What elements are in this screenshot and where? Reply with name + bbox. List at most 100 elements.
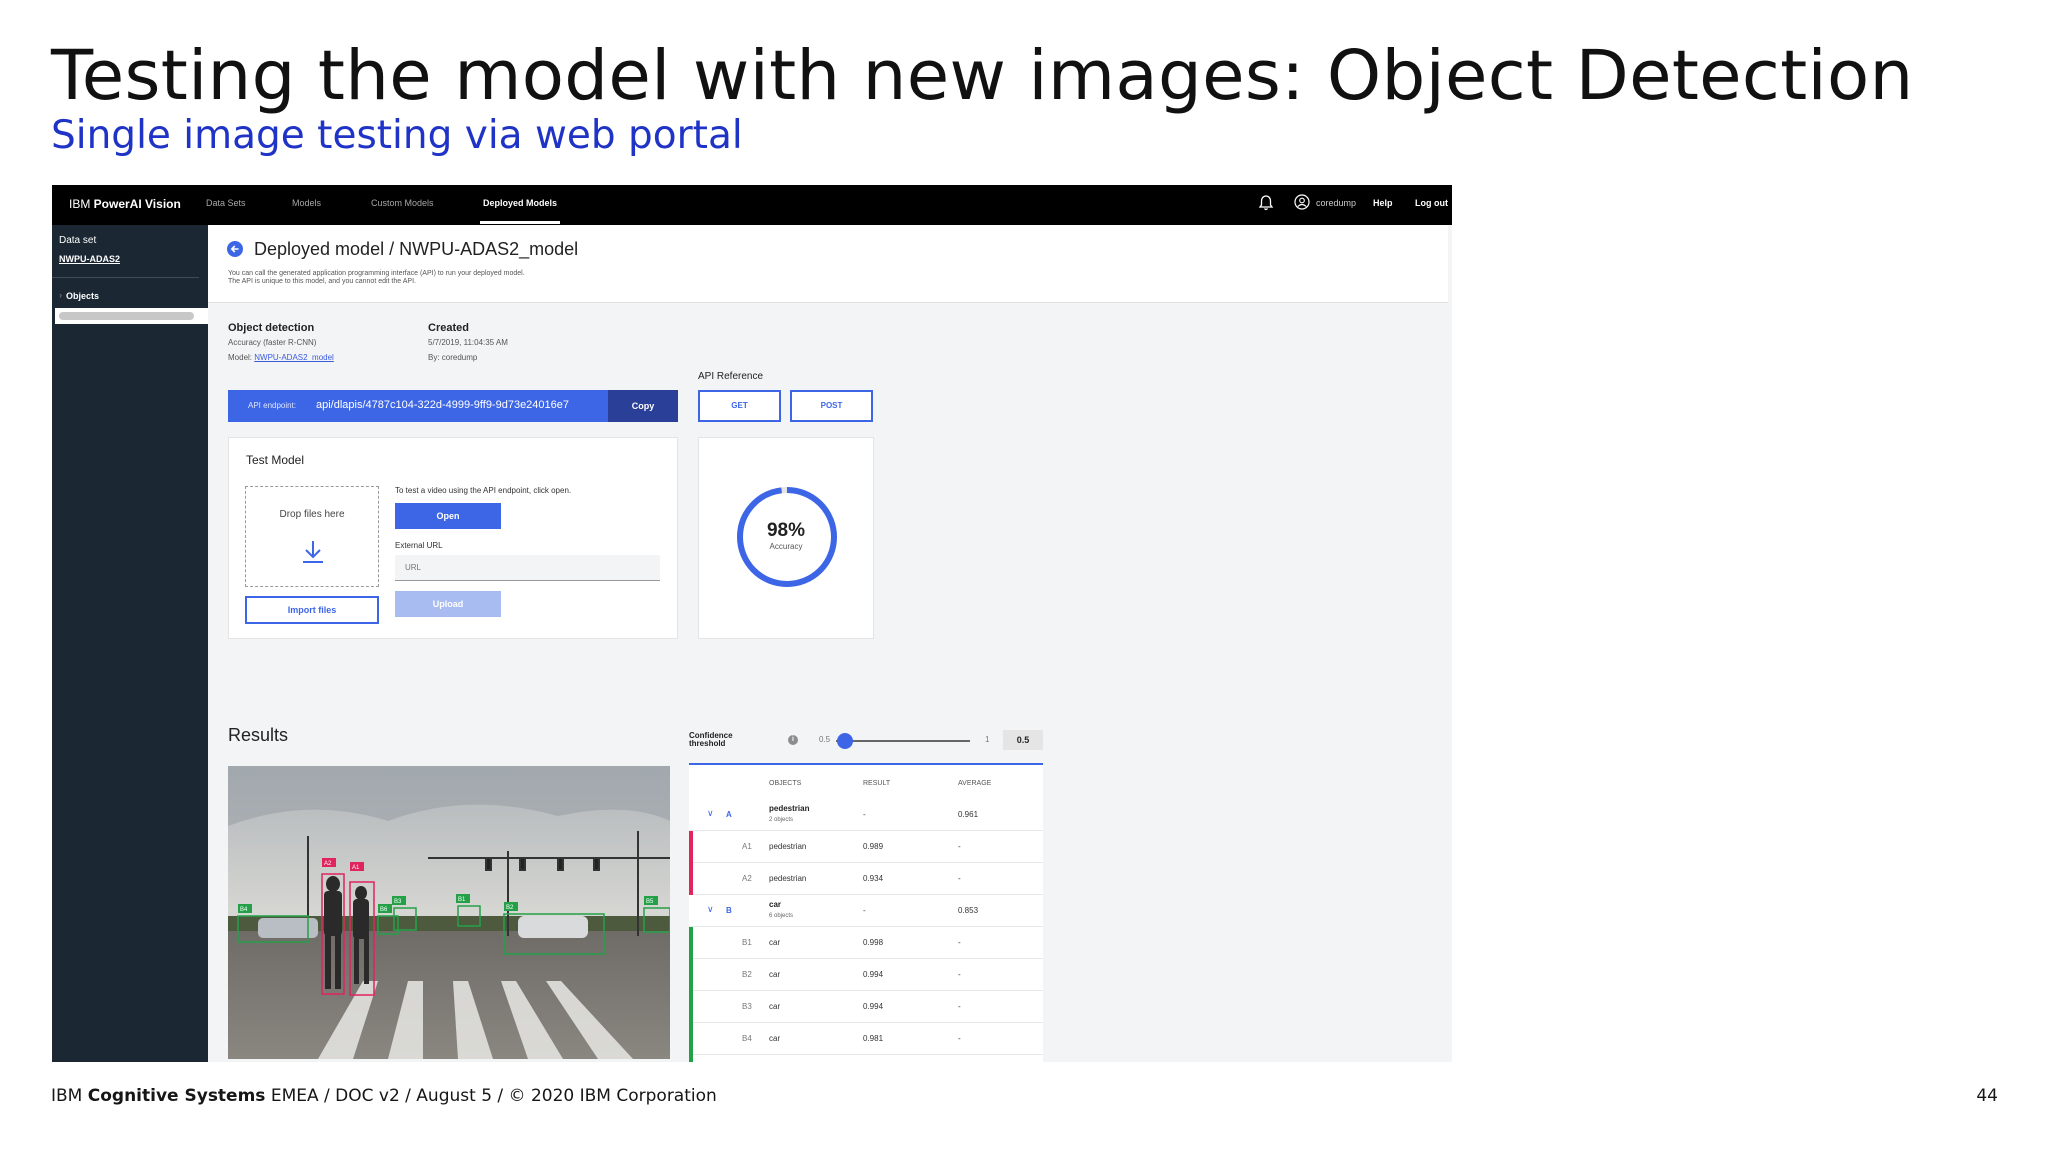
model-accuracy-type: Accuracy (faster R-CNN) [228, 338, 317, 347]
copy-button[interactable]: Copy [608, 390, 678, 422]
slider-value-box[interactable]: 0.5 [1003, 730, 1043, 750]
table-row[interactable]: B3 car 0.994 - [689, 991, 1043, 1023]
table-row[interactable]: A1 pedestrian 0.989 - [689, 831, 1043, 863]
results-title: Results [228, 725, 289, 745]
back-arrow-icon[interactable] [227, 241, 243, 257]
brand-name: PowerAI Vision [93, 197, 181, 211]
model-name-link[interactable]: NWPU-ADAS2_model [254, 353, 334, 362]
model-name-line: Model: NWPU-ADAS2_model [228, 353, 334, 362]
box-label: B5 [646, 899, 654, 905]
app-screenshot: IBM PowerAI Vision Data Sets Models Cust… [52, 185, 1452, 1062]
open-button[interactable]: Open [395, 503, 501, 529]
slide: Testing the model with new images: Objec… [0, 0, 2048, 1152]
help-link[interactable]: Help [1373, 198, 1393, 208]
table-row[interactable]: A2 pedestrian 0.934 - [689, 863, 1043, 895]
external-url-input[interactable] [395, 555, 660, 581]
box-label: B6 [380, 907, 388, 913]
row-color-stripe [689, 1023, 693, 1055]
test-model-title: Test Model [246, 453, 305, 467]
page-description-line-1: You can call the generated application p… [228, 270, 525, 277]
sidebar-dataset-label: Data set [59, 235, 97, 246]
sidebar-item-objects[interactable]: Objects [59, 290, 99, 301]
row-object: car [769, 938, 781, 947]
nav-models[interactable]: Models [292, 198, 321, 208]
drop-zone[interactable]: Drop files here [245, 486, 379, 587]
top-bar: IBM PowerAI Vision Data Sets Models Cust… [52, 185, 1452, 225]
row-color-stripe [689, 959, 693, 991]
import-files-button[interactable]: Import files [245, 596, 379, 624]
table-row[interactable]: B5car0.577- [689, 1055, 1043, 1062]
page-description: You can call the generated application p… [228, 270, 648, 286]
table-row[interactable]: B4 car 0.981 - [689, 1023, 1043, 1055]
row-result: 0.994 [863, 970, 884, 979]
row-id: B4 [742, 1034, 752, 1043]
row-average: - [958, 1002, 961, 1011]
box-label: B3 [394, 899, 402, 905]
column-header-objects: OBJECTS [769, 780, 802, 787]
confidence-slider-track[interactable] [836, 740, 970, 742]
api-endpoint-label: API endpoint: [248, 401, 297, 410]
confidence-label-line-2: threshold [689, 739, 726, 748]
nav-deployed-models[interactable]: Deployed Models [483, 198, 557, 208]
page-header: Deployed model / NWPU-ADAS2_model You ca… [208, 225, 1448, 303]
sidebar-divider [52, 277, 199, 278]
video-tip-text: To test a video using the API endpoint, … [395, 486, 572, 495]
row-result: - [863, 906, 866, 915]
confidence-slider-thumb[interactable] [837, 733, 853, 749]
row-object: car [769, 970, 781, 979]
api-reference-label: API Reference [698, 371, 764, 382]
table-row[interactable]: B2 car 0.994 - [689, 959, 1043, 991]
active-nav-indicator [480, 221, 560, 224]
nav-custom-models[interactable]: Custom Models [371, 198, 434, 208]
info-icon[interactable]: i [788, 735, 798, 745]
table-group-row[interactable]: ∨ Apedestrian 2 objects - 0.961 [689, 799, 1043, 831]
drop-zone-text: Drop files here [279, 509, 345, 520]
column-header-average: AVERAGE [958, 780, 992, 787]
row-object: car [769, 1002, 781, 1011]
user-name[interactable]: coredump [1316, 198, 1356, 208]
slide-title: Testing the model with new images: Objec… [51, 36, 1914, 116]
user-avatar-icon[interactable] [1294, 194, 1310, 210]
page-title: Deployed model / NWPU-ADAS2_model [254, 239, 579, 259]
chevron-down-icon[interactable]: ∨ [707, 904, 714, 915]
nav-data-sets[interactable]: Data Sets [206, 198, 246, 208]
upload-button[interactable]: Upload [395, 591, 501, 617]
post-button[interactable]: POST [790, 390, 873, 422]
row-result: 0.994 [863, 1002, 884, 1011]
model-prefix: Model: [228, 353, 255, 362]
api-endpoint-value[interactable]: api/dlapis/4787c104-322d-4999-9ff9-9d73e… [316, 399, 569, 411]
table-group-row[interactable]: ∨ Bcar 6 objects - 0.853 [689, 895, 1043, 927]
group-object: pedestrian [769, 804, 810, 813]
created-by: By: coredump [428, 353, 478, 362]
row-id: B2 [742, 970, 752, 979]
sidebar-dataset-link[interactable]: NWPU-ADAS2 [59, 254, 120, 264]
row-color-stripe [689, 1055, 693, 1062]
row-object: pedestrian [769, 874, 807, 883]
row-average: - [958, 842, 961, 851]
accuracy-card: 98% Accuracy [698, 437, 874, 639]
car-shape [518, 916, 588, 938]
api-endpoint-bar: API endpoint: api/dlapis/4787c104-322d-4… [228, 390, 678, 422]
group-count: 6 objects [769, 913, 794, 919]
sidebar: Data set NWPU-ADAS2 Objects [52, 225, 208, 1062]
car-shape [258, 918, 318, 938]
sidebar-selected-item[interactable] [55, 308, 208, 324]
logout-link[interactable]: Log out [1415, 198, 1448, 208]
footer-brand: IBM [51, 1086, 83, 1106]
results-table: OBJECTS RESULT AVERAGE ∨ Apedestrian 2 obj… [689, 763, 1043, 1062]
created-date: 5/7/2019, 11:04:35 AM [428, 338, 508, 347]
row-average: 0.853 [958, 906, 979, 915]
row-result: 0.934 [863, 874, 884, 883]
notification-bell-icon[interactable] [1257, 194, 1275, 212]
sidebar-item-placeholder [59, 312, 194, 320]
get-button[interactable]: GET [698, 390, 781, 422]
box-label: B1 [458, 897, 466, 903]
row-object: pedestrian [769, 842, 807, 851]
chevron-down-icon[interactable]: ∨ [707, 808, 714, 819]
row-average: - [958, 938, 961, 947]
table-row[interactable]: B1 car 0.998 - [689, 927, 1043, 959]
row-id: A2 [742, 874, 752, 883]
confidence-threshold-label: Confidence threshold [689, 732, 733, 748]
model-type: Object detection [228, 322, 315, 334]
brand[interactable]: IBM PowerAI Vision [69, 197, 181, 211]
